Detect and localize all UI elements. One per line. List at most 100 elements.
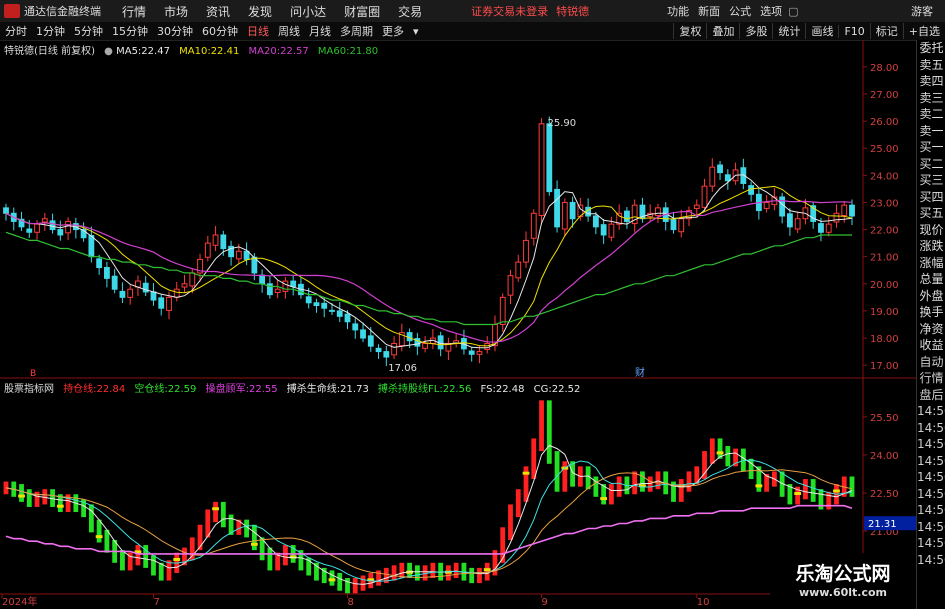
sub-ytick-label: 25.50 [870, 413, 899, 424]
side-panel-item[interactable]: 自动 [917, 354, 945, 371]
period-month[interactable]: 月线 [309, 23, 331, 39]
restore-window-icon[interactable]: ▢ [788, 5, 798, 18]
candle-body [173, 288, 180, 298]
candle-body [841, 204, 848, 216]
main-ytick-label: 21.00 [870, 253, 899, 264]
menu-shichang[interactable]: 市场 [164, 3, 188, 20]
xaxis-label: 7 [153, 597, 159, 608]
period-fenshi[interactable]: 分时 [5, 23, 27, 39]
f10-button[interactable]: F10 [838, 24, 869, 38]
side-panel-item[interactable]: 买一 [917, 139, 945, 156]
side-panel-item[interactable]: 收益 [917, 337, 945, 354]
sub-signal-tick [250, 542, 258, 546]
side-panel-item: 14:50 [917, 486, 945, 501]
sub-indicator-bar [399, 562, 405, 579]
candle-body [794, 218, 801, 230]
menu-xinmian[interactable]: 新面 [698, 3, 720, 19]
sub-indicator-bar [213, 501, 218, 523]
side-panel-item[interactable]: 买二 [917, 156, 945, 173]
sub-line-4-value: 22.56 [442, 384, 472, 395]
sub-indicator-bar [508, 504, 513, 540]
period-multi[interactable]: 多周期 [340, 23, 373, 39]
period-more[interactable]: 更多 [382, 23, 404, 39]
diejia-button[interactable]: 叠加 [706, 23, 739, 39]
sub-signal-tick [522, 471, 530, 475]
side-panel-item[interactable]: 现价 [917, 222, 945, 239]
period-week[interactable]: 周线 [278, 23, 300, 39]
side-panel-item[interactable]: 行情 [917, 370, 945, 387]
more-dropdown-icon[interactable]: ▾ [413, 25, 419, 38]
tongji-button[interactable]: 统计 [772, 23, 805, 39]
menu-zixun[interactable]: 资讯 [206, 3, 230, 20]
period-day[interactable]: 日线 [247, 23, 269, 39]
candle-body [321, 302, 328, 309]
candle-body [538, 123, 545, 216]
ma20-value: 22.57 [280, 46, 309, 57]
candle-body [763, 201, 770, 209]
period-5min[interactable]: 5分钟 [74, 23, 103, 39]
side-panel-item[interactable]: 换手 [917, 304, 945, 321]
menu-caifuquan[interactable]: 财富圈 [344, 3, 380, 20]
ma20-line [5, 199, 853, 343]
side-panel-item[interactable]: 总量 [917, 271, 945, 288]
candle-body [220, 234, 227, 250]
side-panel-item[interactable]: 买五 [917, 205, 945, 222]
period-15min[interactable]: 15分钟 [112, 23, 148, 39]
side-panel-item[interactable]: 卖三 [917, 90, 945, 107]
menu-faxian[interactable]: 发现 [248, 3, 272, 20]
side-panel-item[interactable]: 卖五 [917, 57, 945, 74]
main-ytick-label: 26.00 [870, 117, 899, 128]
sub-indicator-bar [182, 547, 187, 566]
menu-xuanxiang[interactable]: 选项 [760, 3, 782, 19]
candle-body [274, 288, 281, 293]
menu-gongneng[interactable]: 功能 [667, 3, 689, 19]
side-panel-item[interactable]: 涨幅 [917, 255, 945, 272]
chart-canvas[interactable]: 28.00 27.00 26.00 25.00 24.00 23.00 22.00 21.00… [0, 40, 916, 609]
candle-body [166, 296, 172, 311]
sub-indicator-bar [554, 451, 560, 492]
biaoji-button[interactable]: 标记 [869, 23, 903, 39]
menu-gongshi[interactable]: 公式 [729, 3, 751, 19]
candle-body [515, 261, 522, 279]
cursor-value-label: 21.31 [868, 519, 897, 530]
side-panel-item[interactable]: 买三 [917, 172, 945, 189]
side-panel-item[interactable]: 委托 [917, 40, 945, 57]
main-ytick-label: 28.00 [870, 63, 899, 74]
period-1min[interactable]: 1分钟 [36, 23, 65, 39]
menu-hangqing[interactable]: 行情 [122, 3, 146, 20]
candle-body [49, 220, 56, 231]
period-60min[interactable]: 60分钟 [202, 23, 238, 39]
side-panel-item[interactable]: 买四 [917, 189, 945, 206]
candle-body [833, 212, 840, 223]
duogu-button[interactable]: 多股 [739, 23, 772, 39]
sub-indicator-bar [329, 570, 335, 586]
side-panel-item[interactable]: 卖二 [917, 106, 945, 123]
side-panel-item[interactable]: 涨跌 [917, 238, 945, 255]
login-warning[interactable]: 证券交易未登录 [471, 3, 548, 19]
period-30min[interactable]: 30分钟 [157, 23, 193, 39]
candle-body [352, 323, 359, 331]
side-panel-item[interactable]: 卖四 [917, 73, 945, 90]
sub-indicator-bar [803, 479, 808, 500]
huaxian-button[interactable]: 画线 [805, 23, 838, 39]
menu-jiaoyi[interactable]: 交易 [398, 3, 422, 20]
sub-signal-tick [173, 558, 181, 561]
side-panel-item[interactable]: 盘后 [917, 387, 945, 404]
current-stock-label: 特锐德 [556, 5, 590, 18]
sub-indicator-bar [725, 446, 731, 467]
sub-line-0-value: 22.84 [96, 384, 126, 395]
side-panel-item[interactable]: 外盘 [917, 288, 945, 305]
fuquan-button[interactable]: 复权 [673, 23, 706, 39]
side-panel-item[interactable]: 净资 [917, 321, 945, 338]
guest-label[interactable]: 游客 [911, 3, 933, 19]
side-panel-item[interactable]: 卖一 [917, 123, 945, 140]
zixuan-button[interactable]: +自选 [902, 23, 945, 39]
sub-indicator-bar [585, 466, 591, 490]
candle-body [724, 174, 731, 182]
menu-wenxiaoda[interactable]: 问小达 [290, 3, 326, 20]
candle-body [259, 274, 266, 285]
sub-line-3-value: 21.73 [340, 384, 369, 395]
sub-indicator-bar [477, 567, 482, 584]
sub-indicator-bars [3, 400, 855, 594]
candle-body [305, 296, 312, 304]
